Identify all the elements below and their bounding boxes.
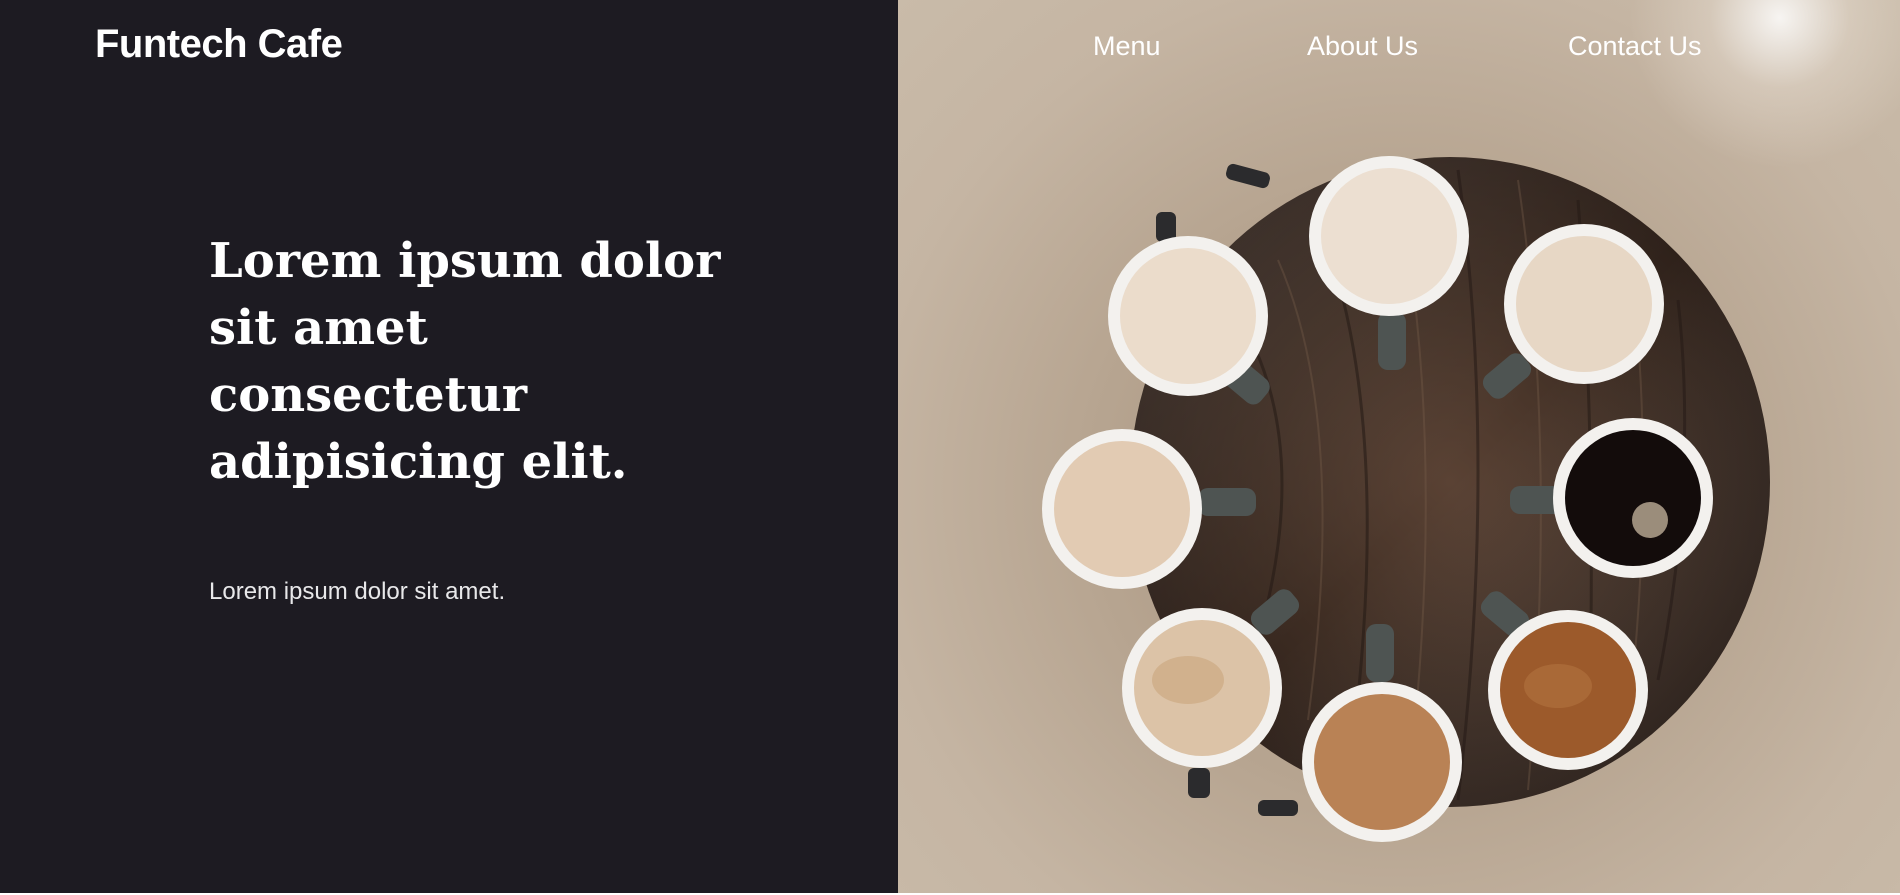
hero-subtitle: Lorem ipsum dolor sit amet. [209,578,506,605]
nav-item-contact-us[interactable]: Contact Us [1568,28,1702,64]
hero-text-panel: Funtech Cafe Lorem ipsum dolor sit amet … [0,0,898,893]
page: Funtech Cafe Lorem ipsum dolor sit amet … [0,0,1900,895]
brand-logo[interactable]: Funtech Cafe [95,22,343,67]
coffee-cups-photo [1042,156,1770,842]
hero-title: Lorem ipsum dolor sit amet consectetur a… [209,233,721,490]
hero-image-panel: Menu About Us Contact Us [898,0,1900,893]
nav-item-menu[interactable]: Menu [1093,28,1161,64]
nav-item-about-us[interactable]: About Us [1307,28,1418,64]
main-nav: Menu About Us Contact Us [898,28,1900,68]
